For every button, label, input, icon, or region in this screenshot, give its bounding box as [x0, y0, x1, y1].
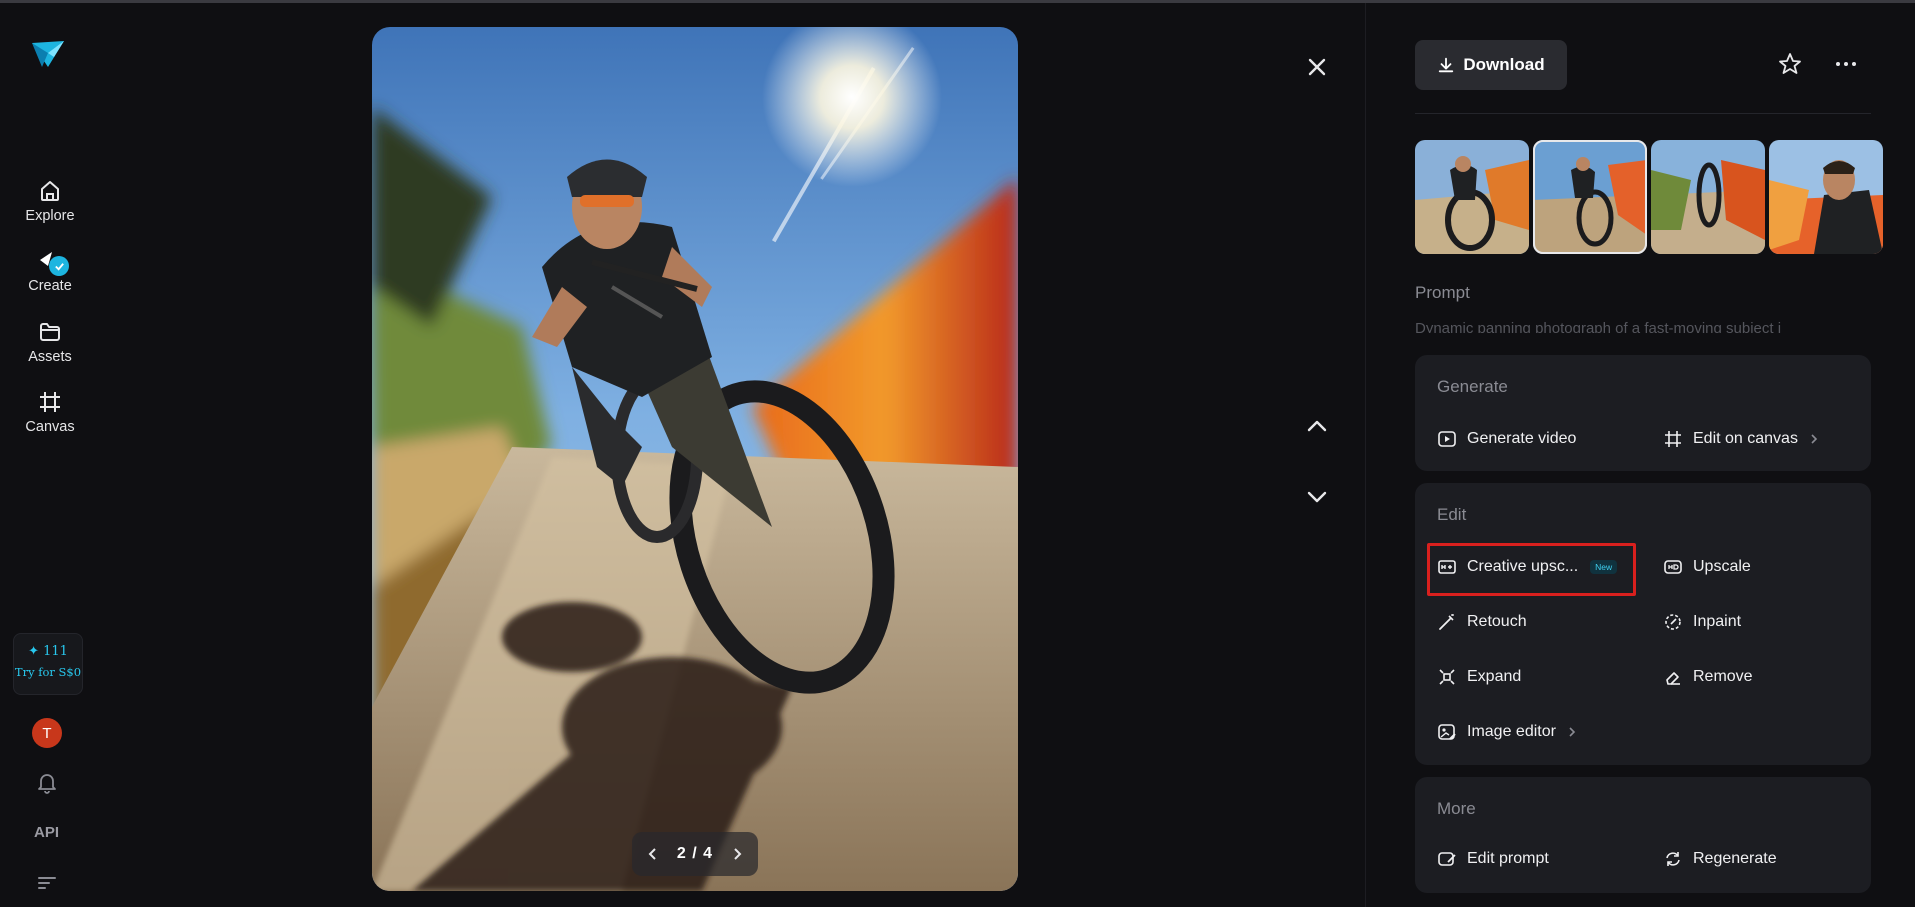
generate-video-button[interactable]: Generate video [1437, 419, 1576, 459]
promo-button[interactable]: ✦ 111 Try for S$0 [13, 633, 83, 695]
thumbnail-4[interactable] [1769, 140, 1883, 254]
prompt-label: Prompt [1415, 283, 1470, 302]
hd-icon [1664, 560, 1682, 574]
nav-explore[interactable]: Explore [14, 178, 86, 236]
details-panel: Download Prompt Dynamic panning photogra… [1415, 3, 1883, 907]
chevron-down-icon[interactable] [1302, 482, 1332, 512]
logo-icon[interactable] [30, 37, 66, 71]
api-link[interactable]: API [34, 824, 59, 841]
canvas-icon [40, 392, 60, 412]
divider [1365, 3, 1366, 907]
inpaint-button[interactable]: Inpaint [1663, 602, 1741, 642]
close-icon[interactable] [1302, 52, 1332, 82]
nav-assets-label: Assets [28, 349, 72, 365]
main-image [372, 27, 1018, 891]
prompt-text: Dynamic panning photograph of a fast-mov… [1415, 321, 1871, 333]
prompt-text-content: Dynamic panning photograph of a fast-mov… [1415, 321, 1782, 333]
chevron-right-icon[interactable] [730, 847, 744, 861]
regenerate-button[interactable]: Regenerate [1663, 839, 1777, 879]
generate-card: Generate Generate video Edit on canvas [1415, 355, 1871, 471]
edit-prompt-icon [1438, 852, 1456, 866]
bell-icon[interactable] [34, 769, 60, 795]
image-editor-label: Image editor [1467, 723, 1556, 740]
edit-title: Edit [1437, 505, 1467, 524]
promo-points: ✦ 111 [28, 644, 68, 659]
remove-button[interactable]: Remove [1663, 657, 1753, 697]
chevron-right-icon [1811, 434, 1818, 444]
star-icon[interactable] [1777, 51, 1803, 77]
nav-create[interactable]: Create [14, 248, 86, 306]
image-editor-icon [1438, 724, 1456, 740]
expand-icon [1439, 669, 1455, 685]
more-title: More [1437, 799, 1476, 818]
expand-button[interactable]: Expand [1437, 657, 1521, 697]
edit-on-canvas-button[interactable]: Edit on canvas [1663, 419, 1820, 459]
canvas-icon [1665, 431, 1681, 447]
download-button[interactable]: Download [1415, 40, 1567, 90]
regenerate-label: Regenerate [1693, 850, 1777, 867]
promo-text: Try for S$0 [14, 665, 82, 679]
remove-label: Remove [1693, 668, 1753, 685]
folder-icon [40, 323, 60, 341]
edit-on-canvas-label: Edit on canvas [1693, 430, 1798, 447]
nav-create-label: Create [28, 278, 72, 294]
generate-title: Generate [1437, 377, 1508, 396]
edit-prompt-label: Edit prompt [1467, 850, 1549, 867]
home-icon [41, 181, 59, 201]
download-icon [1439, 57, 1454, 73]
chevron-right-icon [1569, 727, 1576, 737]
eraser-icon [1666, 672, 1680, 685]
more-options-icon[interactable] [1833, 51, 1859, 77]
edit-prompt-button[interactable]: Edit prompt [1437, 839, 1549, 879]
download-label: Download [1463, 55, 1545, 74]
collapse-menu-icon[interactable] [36, 874, 58, 892]
nav-canvas-label: Canvas [25, 419, 75, 435]
thumbnail-1[interactable] [1415, 140, 1529, 254]
thumbnail-2[interactable] [1533, 140, 1647, 254]
nav-explore-label: Explore [25, 208, 75, 224]
image-pager: 2 / 4 [632, 832, 758, 876]
divider [1415, 113, 1871, 114]
retouch-button[interactable]: Retouch [1437, 602, 1527, 642]
generate-video-label: Generate video [1467, 430, 1577, 447]
inpaint-icon [1665, 614, 1681, 630]
left-sidebar: Explore Create Assets Canvas ✦ 111 Try f… [0, 3, 98, 907]
retouch-label: Retouch [1467, 613, 1527, 630]
chevron-left-icon[interactable] [646, 847, 660, 861]
nav-canvas[interactable]: Canvas [14, 389, 86, 447]
inpaint-label: Inpaint [1693, 613, 1742, 630]
upscale-button[interactable]: Upscale [1663, 547, 1751, 587]
more-card: More Edit prompt Regenerate [1415, 777, 1871, 893]
video-icon [1438, 431, 1456, 447]
app-window: Explore Create Assets Canvas ✦ 111 Try f… [0, 0, 1915, 907]
image-editor-button[interactable]: Image editor [1437, 712, 1578, 752]
avatar[interactable]: T [32, 718, 62, 748]
edit-card: Edit Creative upsc... New Upscale Retouc… [1415, 483, 1871, 765]
upscale-label: Upscale [1693, 558, 1751, 575]
regenerate-icon [1666, 852, 1680, 866]
page-indicator: 2 / 4 [676, 845, 714, 862]
chevron-up-icon[interactable] [1302, 411, 1332, 441]
nav-assets[interactable]: Assets [14, 319, 86, 377]
expand-label: Expand [1467, 668, 1522, 685]
thumbnail-3[interactable] [1651, 140, 1765, 254]
check-badge-icon [49, 256, 69, 276]
magic-wand-icon [1439, 614, 1454, 630]
highlight-box [1427, 543, 1636, 596]
